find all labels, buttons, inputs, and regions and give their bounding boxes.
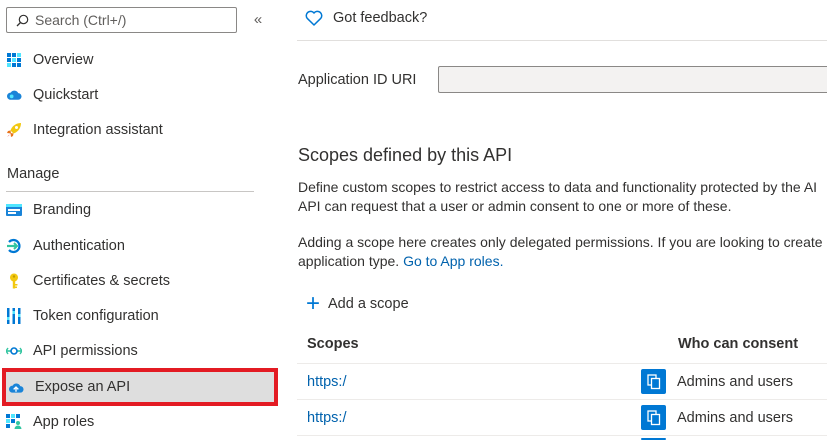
section-divider <box>6 191 254 192</box>
application-id-uri-label: Application ID URI <box>298 72 417 88</box>
expose-api-cloud-icon <box>8 379 24 395</box>
sidebar-item-label: Integration assistant <box>33 122 163 138</box>
header-divider <box>297 40 827 41</box>
sidebar-item-branding[interactable]: Branding <box>0 193 282 227</box>
collapse-sidebar-button[interactable]: « <box>250 9 266 29</box>
copy-icon <box>646 373 660 389</box>
rocket-icon <box>6 122 22 138</box>
feedback-label: Got feedback? <box>333 10 428 26</box>
sidebar-item-authentication[interactable]: Authentication <box>0 229 282 263</box>
quickstart-cloud-icon <box>6 87 22 103</box>
delegated-note-prefix: application type. <box>298 253 404 269</box>
who-can-consent-value: Admins and users <box>677 374 794 390</box>
overview-icon <box>6 52 22 68</box>
sidebar-item-label: Expose an API <box>35 379 131 395</box>
sidebar-item-label: Quickstart <box>33 87 99 103</box>
delegated-note-line2: application type. Go to App roles. <box>298 251 503 271</box>
feedback-button[interactable]: Got feedback? <box>305 10 427 26</box>
sidebar-item-label: Certificates & secrets <box>33 273 170 289</box>
main-content: Got feedback? Application ID URI Scopes … <box>297 0 827 440</box>
scopes-description-line1: Define custom scopes to restrict access … <box>298 179 818 195</box>
search-input[interactable]: Search (Ctrl+/) <box>6 7 237 33</box>
sidebar-item-api-permissions[interactable]: API permissions <box>0 334 282 368</box>
table-header-divider <box>297 363 827 364</box>
scopes-section-title: Scopes defined by this API <box>298 145 513 165</box>
add-scope-button[interactable]: + Add a scope <box>306 290 409 317</box>
sidebar: Search (Ctrl+/) « Overview Quickstart In… <box>0 0 282 440</box>
add-scope-label: Add a scope <box>328 296 409 312</box>
sidebar-item-label: API permissions <box>33 343 138 359</box>
column-header-scopes: Scopes <box>307 336 359 352</box>
branding-icon <box>6 202 22 218</box>
scope-link[interactable]: https:/ <box>307 374 347 390</box>
who-can-consent-value: Admins and users <box>677 410 794 426</box>
heart-icon <box>305 10 323 26</box>
sidebar-item-label: Token configuration <box>33 308 159 324</box>
section-header-manage: Manage <box>7 166 60 182</box>
search-icon <box>16 14 29 26</box>
search-placeholder: Search (Ctrl+/) <box>35 12 127 28</box>
delegated-note-line1: Adding a scope here creates only delegat… <box>298 234 823 250</box>
key-icon <box>6 273 22 289</box>
copy-icon <box>646 409 660 425</box>
sidebar-item-label: Branding <box>33 202 92 218</box>
sidebar-item-token-configuration[interactable]: Token configuration <box>0 299 282 333</box>
application-id-uri-field[interactable] <box>438 66 827 93</box>
api-permissions-icon <box>6 343 22 359</box>
scopes-description-line2: API can request that a user or admin con… <box>298 198 732 214</box>
plus-icon: + <box>306 290 321 317</box>
table-row-divider <box>297 435 827 436</box>
go-to-app-roles-link[interactable]: Go to App roles. <box>403 253 503 269</box>
sidebar-item-app-roles[interactable]: App roles <box>0 405 282 439</box>
sidebar-item-overview[interactable]: Overview <box>0 43 282 77</box>
token-bars-icon <box>6 308 22 324</box>
column-header-who-can-consent: Who can consent <box>678 336 799 352</box>
scope-link[interactable]: https:/ <box>307 410 347 426</box>
sidebar-item-expose-an-api[interactable]: Expose an API <box>2 368 278 406</box>
app-roles-icon <box>6 414 22 430</box>
copy-button[interactable] <box>641 369 666 394</box>
sidebar-item-label: Authentication <box>33 238 125 254</box>
sidebar-item-quickstart[interactable]: Quickstart <box>0 78 282 112</box>
authentication-icon <box>6 238 22 254</box>
sidebar-item-label: App roles <box>33 414 95 430</box>
copy-button[interactable] <box>641 405 666 430</box>
table-row-divider <box>297 399 827 400</box>
sidebar-item-integration-assistant[interactable]: Integration assistant <box>0 113 282 147</box>
sidebar-item-certificates-secrets[interactable]: Certificates & secrets <box>0 264 282 298</box>
sidebar-item-label: Overview <box>33 52 94 68</box>
